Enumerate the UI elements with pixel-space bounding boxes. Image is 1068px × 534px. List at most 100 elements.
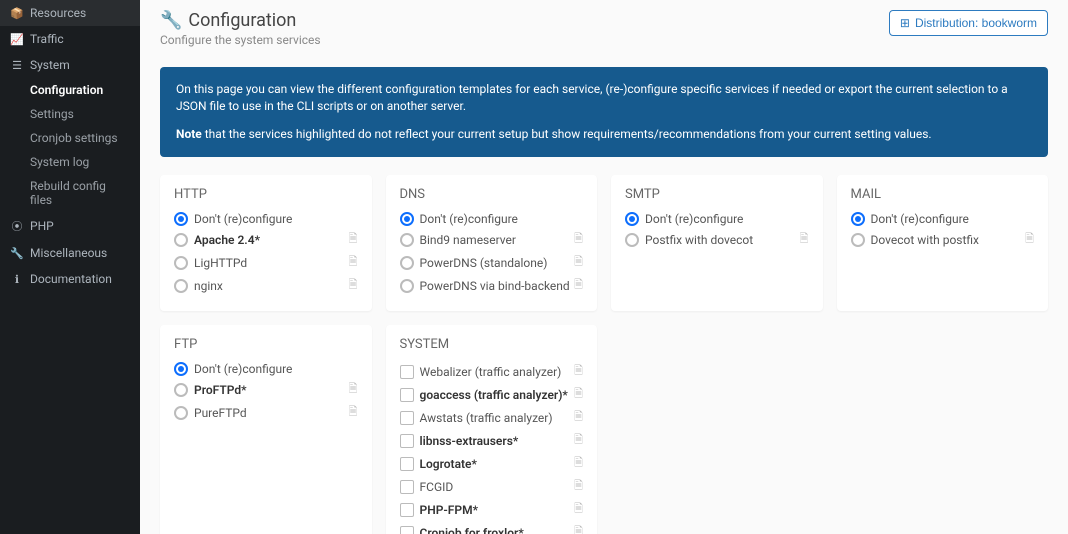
checkbox-control[interactable] bbox=[400, 388, 414, 402]
checkbox-control[interactable] bbox=[400, 503, 414, 517]
sidebar-label: Resources bbox=[30, 6, 86, 20]
option-label[interactable]: Don't (re)configure bbox=[420, 212, 584, 226]
option-label[interactable]: Bind9 nameserver bbox=[420, 233, 571, 247]
radio-control[interactable] bbox=[851, 233, 865, 247]
doc-icon[interactable]: 🗎 bbox=[1025, 230, 1034, 249]
option-label[interactable]: PowerDNS (standalone) bbox=[420, 256, 571, 270]
alert-text-2: Note that the services highlighted do no… bbox=[176, 126, 1032, 143]
sidebar-sub-configuration[interactable]: Configuration bbox=[0, 78, 140, 102]
option-label[interactable]: Webalizer (traffic analyzer) bbox=[420, 365, 571, 379]
sidebar-item-php[interactable]: ⦿PHP bbox=[0, 212, 140, 240]
sidebar-label: Documentation bbox=[30, 272, 112, 286]
sidebar-item-traffic[interactable]: 📈 Traffic bbox=[0, 26, 140, 52]
radio-control[interactable] bbox=[400, 233, 414, 247]
radio-control[interactable] bbox=[625, 233, 639, 247]
radio-control[interactable] bbox=[174, 406, 188, 420]
doc-icon[interactable]: 🗎 bbox=[574, 523, 583, 534]
option-label[interactable]: Logrotate* bbox=[420, 457, 571, 471]
sidebar-icon: ☰ bbox=[10, 59, 24, 72]
wrench-icon: 🔧 bbox=[160, 10, 182, 31]
doc-icon[interactable]: 🗎 bbox=[349, 380, 358, 399]
option-label[interactable]: Don't (re)configure bbox=[194, 212, 358, 226]
page-subtitle: Configure the system services bbox=[160, 33, 321, 47]
doc-icon[interactable]: 🗎 bbox=[349, 230, 358, 249]
option-label[interactable]: goaccess (traffic analyzer)* bbox=[420, 388, 571, 402]
option-label[interactable]: libnss-extrausers* bbox=[420, 434, 571, 448]
option-row: Apache 2.4* 🗎 bbox=[174, 228, 358, 251]
checkbox-control[interactable] bbox=[400, 434, 414, 448]
option-label[interactable]: PowerDNS via bind-backend bbox=[420, 279, 571, 293]
doc-icon[interactable]: 🗎 bbox=[574, 500, 583, 519]
doc-icon[interactable]: 🗎 bbox=[349, 403, 358, 422]
card-title: DNS bbox=[400, 187, 584, 202]
doc-icon[interactable]: 🗎 bbox=[349, 253, 358, 272]
checkbox-control[interactable] bbox=[400, 480, 414, 494]
radio-control[interactable] bbox=[400, 256, 414, 270]
checkbox-control[interactable] bbox=[400, 526, 414, 534]
radio-control[interactable] bbox=[625, 212, 639, 226]
option-row: nginx 🗎 bbox=[174, 274, 358, 297]
option-label[interactable]: Postfix with dovecot bbox=[645, 233, 796, 247]
option-row: PHP-FPM*🗎 bbox=[400, 498, 584, 521]
option-label[interactable]: LigHTTPd bbox=[194, 256, 345, 270]
radio-control[interactable] bbox=[400, 279, 414, 293]
sidebar-sub-cronjob-settings[interactable]: Cronjob settings bbox=[0, 126, 140, 150]
sidebar-icon: 📦 bbox=[10, 7, 24, 20]
sidebar-label: Miscellaneous bbox=[30, 246, 107, 260]
radio-control[interactable] bbox=[174, 256, 188, 270]
option-row: Don't (re)configure bbox=[174, 210, 358, 228]
option-label[interactable]: nginx bbox=[194, 279, 345, 293]
option-label[interactable]: PHP-FPM* bbox=[420, 503, 571, 517]
sidebar: 📦 Resources 📈 Traffic ☰SystemConfigurationSe… bbox=[0, 0, 140, 534]
distribution-button[interactable]: ⊞ Distribution: bookworm bbox=[889, 10, 1048, 36]
doc-icon[interactable]: 🗎 bbox=[574, 408, 583, 427]
checkbox-control[interactable] bbox=[400, 411, 414, 425]
option-row: libnss-extrausers*🗎 bbox=[400, 429, 584, 452]
card-title: HTTP bbox=[174, 187, 358, 202]
doc-icon[interactable]: 🗎 bbox=[574, 362, 583, 381]
option-label[interactable]: Don't (re)configure bbox=[645, 212, 809, 226]
doc-icon[interactable]: 🗎 bbox=[574, 276, 583, 295]
option-label[interactable]: Apache 2.4* bbox=[194, 233, 345, 247]
doc-icon[interactable]: 🗎 bbox=[574, 253, 583, 272]
doc-icon[interactable]: 🗎 bbox=[574, 385, 583, 404]
sidebar-icon: ⦿ bbox=[10, 218, 24, 234]
checkbox-control[interactable] bbox=[400, 365, 414, 379]
doc-icon[interactable]: 🗎 bbox=[574, 477, 583, 496]
radio-control[interactable] bbox=[851, 212, 865, 226]
option-label[interactable]: ProFTPd* bbox=[194, 383, 345, 397]
radio-control[interactable] bbox=[174, 279, 188, 293]
radio-control[interactable] bbox=[174, 362, 188, 376]
sidebar-sub-rebuild-config-files[interactable]: Rebuild config files bbox=[0, 174, 140, 212]
sidebar-item-system[interactable]: ☰System bbox=[0, 52, 140, 78]
doc-icon[interactable]: 🗎 bbox=[574, 230, 583, 249]
radio-control[interactable] bbox=[174, 383, 188, 397]
option-label[interactable]: FCGID bbox=[420, 480, 571, 494]
sidebar-sub-system-log[interactable]: System log bbox=[0, 150, 140, 174]
doc-icon[interactable]: 🗎 bbox=[574, 454, 583, 473]
radio-control[interactable] bbox=[174, 212, 188, 226]
page-title: 🔧 Configuration bbox=[160, 10, 321, 31]
option-label[interactable]: Don't (re)configure bbox=[194, 362, 358, 376]
option-label[interactable]: Don't (re)configure bbox=[871, 212, 1035, 226]
sidebar-label: Traffic bbox=[30, 32, 64, 46]
sidebar-item-miscellaneous[interactable]: 🔧Miscellaneous bbox=[0, 240, 140, 266]
service-grid: HTTP Don't (re)configure Apache 2.4* 🗎 LigHT… bbox=[160, 175, 1048, 534]
option-row: PowerDNS via bind-backend🗎 bbox=[400, 274, 584, 297]
option-label[interactable]: Awstats (traffic analyzer) bbox=[420, 411, 571, 425]
option-row: Postfix with dovecot 🗎 bbox=[625, 228, 809, 251]
option-label[interactable]: PureFTPd bbox=[194, 406, 345, 420]
checkbox-control[interactable] bbox=[400, 457, 414, 471]
sidebar-sub-settings[interactable]: Settings bbox=[0, 102, 140, 126]
doc-icon[interactable]: 🗎 bbox=[800, 230, 809, 249]
doc-icon[interactable]: 🗎 bbox=[574, 431, 583, 450]
doc-icon[interactable]: 🗎 bbox=[349, 276, 358, 295]
radio-control[interactable] bbox=[174, 233, 188, 247]
sidebar-item-documentation[interactable]: ℹDocumentation bbox=[0, 266, 140, 292]
sidebar-icon: 📈 bbox=[10, 33, 24, 46]
radio-control[interactable] bbox=[400, 212, 414, 226]
option-label[interactable]: Cronjob for froxlor* bbox=[420, 526, 571, 534]
option-label[interactable]: Dovecot with postfix bbox=[871, 233, 1022, 247]
sidebar-item-resources[interactable]: 📦 Resources bbox=[0, 0, 140, 26]
option-row: Dovecot with postfix🗎 bbox=[851, 228, 1035, 251]
